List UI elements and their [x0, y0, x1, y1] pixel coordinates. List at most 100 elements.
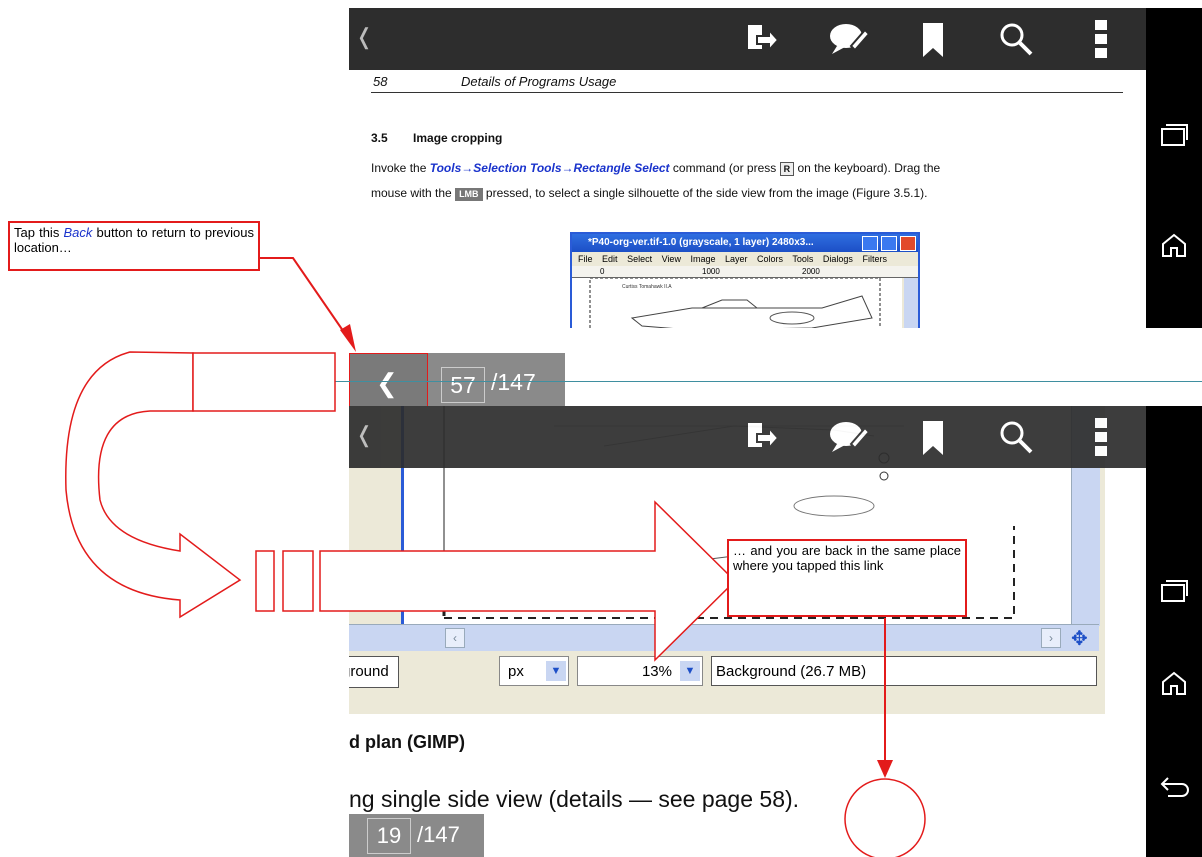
page-total: /147: [417, 822, 460, 847]
para-rest1: command (or press: [672, 161, 777, 175]
paragraph: Invoke the Tools→Selection Tools→Rectang…: [371, 156, 1123, 206]
arrow-stripe: [282, 550, 314, 612]
link-trailing: ).: [785, 786, 800, 812]
callout-text: … and you are back in the same place whe…: [733, 543, 961, 573]
zoom-value: 13%: [641, 663, 672, 680]
back-icon[interactable]: [1160, 364, 1190, 388]
ruler-mark: 0: [600, 267, 605, 276]
para-rest2: on the keyboard). Drag the: [797, 161, 941, 175]
gimp-menu-item: Select: [627, 254, 653, 264]
bottom-body-text: ng single side view (details — see page …: [349, 786, 799, 813]
back-button-callout: Tap this Back button to return to previo…: [8, 221, 260, 271]
key-r-badge: R: [779, 162, 795, 176]
bottom-toolbar: ❬: [349, 406, 1146, 468]
layer-info-field: Background (26.7 MB): [711, 656, 1097, 686]
svg-text:Curtiss Tomahawk II.A: Curtiss Tomahawk II.A: [622, 284, 672, 290]
gimp-vertical-scrollbar[interactable]: [904, 278, 918, 328]
gimp-figure: *P40-org-ver.tif-1.0 (grayscale, 1 layer…: [570, 232, 920, 328]
gimp-title: *P40-org-ver.tif-1.0 (grayscale, 1 layer…: [588, 237, 814, 248]
ruler-mark: 1000: [702, 267, 720, 276]
layer-field: ground: [349, 656, 399, 688]
gimp-menu-item: View: [661, 254, 681, 264]
gimp-menu-item: Edit: [602, 254, 618, 264]
layer-info: Background (26.7 MB): [716, 663, 867, 680]
gimp-menu-item: File: [578, 254, 593, 264]
back-icon[interactable]: [1160, 774, 1190, 798]
recent-apps-icon[interactable]: [1160, 578, 1188, 604]
export-icon[interactable]: [745, 420, 779, 454]
home-icon[interactable]: [1160, 232, 1188, 258]
navigate-icon[interactable]: ✥: [1071, 626, 1088, 651]
search-icon[interactable]: [999, 22, 1033, 56]
connector-line: [258, 257, 349, 339]
gimp-ruler: 0 1000 2000: [572, 266, 918, 278]
return-callout: … and you are back in the same place whe…: [727, 539, 967, 617]
annotate-icon[interactable]: [829, 22, 869, 56]
lmb-badge: LMB: [455, 188, 483, 201]
scroll-right-icon[interactable]: ›: [1041, 628, 1061, 648]
para-invoke: Invoke the: [371, 161, 427, 175]
para-line2b: pressed, to select a single silhouette o…: [485, 186, 928, 200]
callout-back-word: Back: [63, 225, 93, 240]
recent-apps-icon[interactable]: [1160, 122, 1188, 148]
section-heading: 3.5 Image cropping: [371, 131, 502, 145]
minimize-icon: [862, 236, 879, 251]
running-header-title: Details of Programs Usage: [461, 74, 617, 89]
page-link[interactable]: 58: [759, 786, 785, 812]
export-icon[interactable]: [745, 22, 779, 56]
section-number: 3.5: [371, 131, 388, 145]
gimp-statusbar: ground px ▼ 13% ▼ Background (26.7 MB): [349, 652, 1099, 692]
toolbar-back-button[interactable]: ❬: [355, 24, 373, 50]
chevron-down-icon: ▼: [546, 661, 566, 681]
unit-select[interactable]: px ▼: [499, 656, 569, 686]
gimp-canvas: Curtiss Tomahawk II.A: [572, 277, 902, 328]
ruler-mark: 2000: [802, 267, 820, 276]
running-header: 58 Details of Programs Usage: [371, 74, 1123, 93]
bookmark-icon[interactable]: [922, 22, 944, 58]
bottom-android-navbar: [1146, 406, 1202, 857]
overflow-menu-icon[interactable]: [1095, 20, 1107, 58]
bookmark-icon[interactable]: [922, 420, 944, 456]
search-icon[interactable]: [999, 420, 1033, 454]
layer-field-text: ground: [349, 663, 389, 680]
zoom-select[interactable]: 13% ▼: [577, 656, 703, 686]
arrowhead: [340, 324, 356, 352]
scroll-left-icon[interactable]: ‹: [445, 628, 465, 648]
gimp-menu-item: Image: [690, 254, 716, 264]
callout-text: Tap this: [14, 225, 60, 240]
top-android-navbar: [1146, 8, 1202, 328]
page-number-field[interactable]: 19: [367, 818, 411, 854]
chevron-down-icon: ▼: [680, 661, 700, 681]
home-icon[interactable]: [1160, 670, 1188, 696]
maximize-icon: [881, 236, 898, 251]
gimp-hscroll[interactable]: ‹ › ✥: [349, 624, 1099, 651]
top-toolbar: ❬: [349, 8, 1146, 70]
gimp-menubar: File Edit Select View Image Layer Colors…: [572, 252, 918, 266]
gimp-menu-item: Filters: [862, 254, 887, 264]
bottom-document-page: ‹ › ✥ ground px ▼ 13% ▼ Background (26.7…: [349, 406, 1146, 857]
command-link[interactable]: Tools→Selection Tools→Rectangle Select: [430, 161, 670, 175]
aircraft-drawing: Curtiss Tomahawk II.A: [589, 277, 881, 328]
overflow-menu-icon[interactable]: [1095, 418, 1107, 456]
gimp-menu-item: Colors: [757, 254, 784, 264]
gimp-menu-item: Layer: [725, 254, 748, 264]
section-title: Image cropping: [413, 131, 503, 145]
page-number-field[interactable]: 57: [441, 367, 485, 403]
running-header-number: 58: [373, 74, 388, 89]
back-chevron-icon: ❮: [376, 368, 398, 398]
gimp-menu-item: Tools: [792, 254, 814, 264]
toolbar-back-button[interactable]: ❬: [355, 422, 373, 448]
curved-arrow-shape: [65, 351, 242, 619]
gimp-title-bar: *P40-org-ver.tif-1.0 (grayscale, 1 layer…: [572, 234, 918, 252]
bottom-pager: 19 /147: [349, 814, 484, 857]
para-line2a: mouse with the: [371, 186, 452, 200]
annotate-icon[interactable]: [829, 420, 869, 454]
divider: [266, 381, 1202, 382]
arrow-block: [192, 352, 336, 412]
gimp-menu-item: Dialogs: [822, 254, 853, 264]
arrow-stripe: [255, 550, 275, 612]
bottom-heading: d plan (GIMP): [349, 732, 465, 752]
unit-value: px: [508, 663, 524, 680]
window-buttons: [862, 236, 916, 252]
close-icon: [900, 236, 916, 251]
